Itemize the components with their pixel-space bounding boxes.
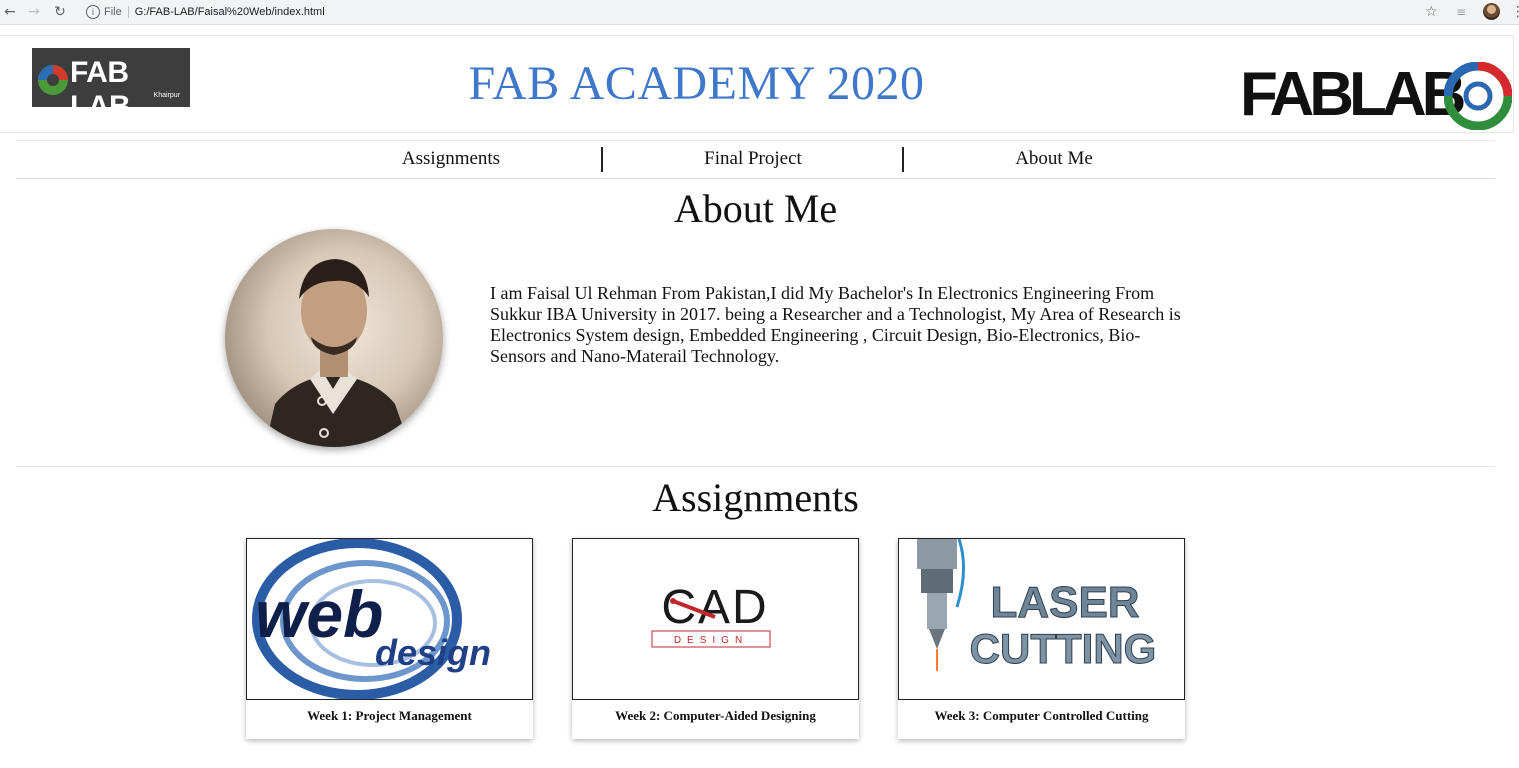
- nav-final-project[interactable]: Final Project: [603, 141, 903, 178]
- assignment-card-week-3[interactable]: LASER CUTTING Week 3: Computer Controlle…: [898, 538, 1185, 739]
- cad-design-image[interactable]: CAD DESIGN: [572, 538, 859, 700]
- laser-cutting-image[interactable]: LASER CUTTING: [898, 538, 1185, 700]
- site-title: FAB ACADEMY 2020: [468, 57, 925, 110]
- cad-design-word: DESIGN: [674, 635, 748, 646]
- bookmark-star-icon[interactable]: ☆: [1425, 2, 1438, 22]
- design-word: design: [375, 632, 491, 673]
- logo-right-text: FABLAB: [1240, 60, 1466, 129]
- bio-text: I am Faisal Ul Rehman From Pakistan,I di…: [490, 283, 1181, 366]
- site-header: FAB LAB Khairpur FAB ACADEMY 2020 FABLAB: [0, 35, 1514, 133]
- nav-about-me[interactable]: About Me: [904, 141, 1204, 178]
- laser-word: LASER: [990, 578, 1139, 627]
- back-arrow-icon[interactable]: ←: [0, 2, 20, 22]
- web-design-image[interactable]: web design: [246, 538, 533, 700]
- nav-assignments[interactable]: Assignments: [301, 141, 601, 178]
- profile-avatar[interactable]: [1483, 3, 1500, 20]
- assignment-card-week-2[interactable]: CAD DESIGN Week 2: Computer-Aided Design…: [572, 538, 859, 739]
- web-word: web: [255, 577, 383, 651]
- file-label: File: [104, 6, 122, 18]
- menu-kebab-icon[interactable]: ⋮: [1511, 2, 1519, 22]
- about-heading: About Me: [673, 186, 838, 231]
- cutting-word: CUTTING: [970, 625, 1157, 672]
- card-caption[interactable]: Week 1: Project Management: [246, 708, 533, 724]
- card-caption[interactable]: Week 2: Computer-Aided Designing: [572, 708, 859, 724]
- profile-photo: [225, 229, 443, 447]
- card-caption[interactable]: Week 3: Computer Controlled Cutting: [898, 708, 1185, 724]
- url-text[interactable]: G:/FAB-LAB/Faisal%20Web/index.html: [135, 6, 325, 18]
- main-nav: Assignments Final Project About Me: [16, 140, 1495, 179]
- reading-list-icon[interactable]: ≡: [1456, 2, 1466, 22]
- reload-icon[interactable]: ↻: [50, 2, 70, 22]
- section-divider: [16, 466, 1495, 467]
- omnibox-divider: [127, 6, 129, 19]
- fablab-ring-icon: [1444, 62, 1512, 130]
- info-icon[interactable]: i: [86, 5, 100, 20]
- cad-word: CAD: [661, 581, 768, 634]
- assignment-card-week-1[interactable]: web design Week 1: Project Management: [246, 538, 533, 739]
- address-bar[interactable]: i File G:/FAB-LAB/Faisal%20Web/index.html: [82, 1, 1452, 23]
- assignments-heading: Assignments: [652, 475, 859, 520]
- forward-arrow-icon[interactable]: →: [24, 2, 44, 22]
- browser-toolbar: ← → ↻ i File G:/FAB-LAB/Faisal%20Web/index…: [0, 0, 1519, 25]
